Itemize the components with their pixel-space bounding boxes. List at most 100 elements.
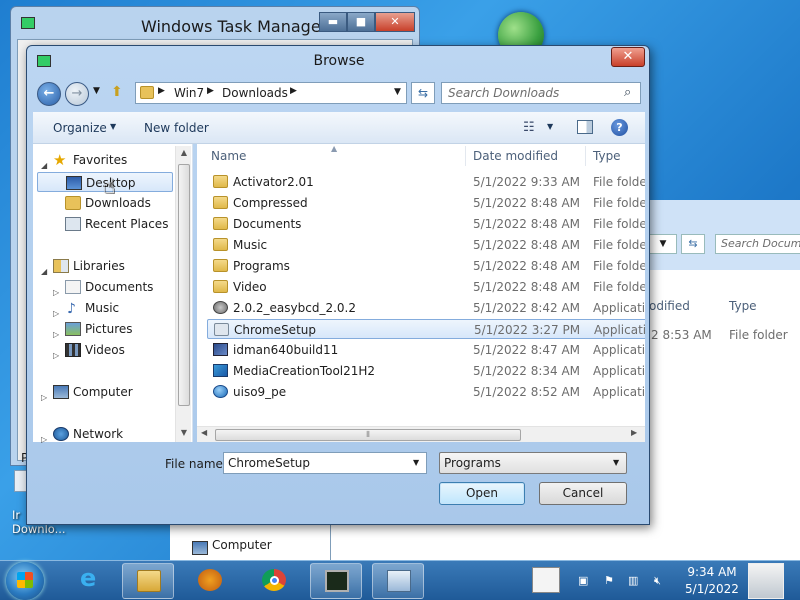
breadcrumb-downloads[interactable]: Downloads	[222, 86, 288, 100]
back-button[interactable]: ←	[37, 82, 61, 106]
scroll-right-arrow-icon[interactable]: ▶	[631, 428, 637, 437]
taskbar-task-manager[interactable]	[310, 563, 362, 599]
column-divider[interactable]	[585, 146, 586, 166]
volume-muted-icon[interactable]: 🔇︎	[654, 574, 661, 588]
new-folder-button[interactable]: New folder	[144, 121, 209, 135]
search-icon[interactable]: ⌕	[624, 85, 631, 100]
address-bar[interactable]: ▶ Win7 ▶ Downloads ▶ ▼	[135, 82, 407, 104]
file-row[interactable]: Programs 5/1/2022 8:48 AM File folder	[207, 256, 645, 276]
file-date: 5/1/2022 8:48 AM	[473, 217, 581, 231]
address-dropdown-icon[interactable]: ▼	[649, 234, 677, 254]
file-row[interactable]: ChromeSetup 5/1/2022 3:27 PM Application	[207, 319, 645, 339]
breadcrumb-win7[interactable]: Win7	[174, 86, 204, 100]
column-header-date[interactable]: Date modified	[473, 149, 558, 163]
taskbar-internet-explorer[interactable]: e	[64, 563, 116, 599]
music-note-icon: ♪	[67, 301, 76, 317]
taskbar-chrome[interactable]	[248, 563, 300, 599]
breadcrumb-chevron-icon[interactable]: ▶	[207, 86, 214, 96]
window-icon	[387, 570, 411, 592]
maximize-button[interactable]: ■	[347, 12, 375, 32]
scroll-left-arrow-icon[interactable]: ◀	[201, 428, 207, 437]
nav-libraries[interactable]: ◢ Libraries	[37, 256, 173, 276]
nav-pictures[interactable]: ▷ Pictures	[37, 319, 173, 339]
pen-tablet-tray-icon[interactable]	[532, 567, 560, 593]
clock-date[interactable]: 5/1/2022	[680, 582, 744, 596]
taskbar-windows-explorer[interactable]	[122, 563, 174, 599]
search-input[interactable]: Search Downloads ⌕	[441, 82, 641, 104]
network-tray-icon[interactable]: ▥	[628, 574, 638, 587]
action-center-flag-icon[interactable]: ⚑	[604, 574, 614, 587]
file-name: uiso9_pe	[233, 385, 287, 399]
file-row[interactable]: idman640build11 5/1/2022 8:47 AM Applicati…	[207, 340, 645, 360]
organize-button[interactable]: Organize	[53, 121, 107, 135]
nav-computer[interactable]: ▷ Computer	[37, 382, 173, 402]
column-divider[interactable]	[465, 146, 466, 166]
user-avatar-icon[interactable]	[748, 563, 784, 599]
up-folder-icon[interactable]: ⬆	[111, 84, 127, 102]
nav-favorites[interactable]: ◢ ★ Favorites	[37, 150, 173, 170]
clock-time[interactable]: 9:34 AM	[686, 565, 738, 579]
scroll-up-arrow-icon[interactable]: ▲	[176, 148, 192, 162]
change-view-icon[interactable]: ☷	[523, 120, 535, 135]
file-type-dropdown-icon[interactable]: ▼	[613, 458, 619, 467]
nav-network[interactable]: ▷ Network	[37, 424, 173, 444]
explorer-nav-computer[interactable]: Computer	[190, 538, 330, 558]
minimize-button[interactable]: ▬	[319, 12, 347, 32]
taskbar-media-player[interactable]	[184, 563, 236, 599]
chevron-down-icon[interactable]: ▼	[547, 122, 553, 131]
file-row[interactable]: Compressed 5/1/2022 8:48 AM File folder	[207, 193, 645, 213]
collapsed-arrow-icon[interactable]: ▷	[41, 388, 47, 408]
file-row[interactable]: Music 5/1/2022 8:48 AM File folder	[207, 235, 645, 255]
cancel-button[interactable]: Cancel	[539, 482, 627, 505]
tray-app-icon[interactable]: ▣	[578, 574, 588, 587]
preview-pane-icon[interactable]	[577, 120, 593, 134]
file-name-dropdown-icon[interactable]: ▼	[413, 458, 419, 467]
start-button[interactable]	[6, 562, 44, 600]
file-row[interactable]: Documents 5/1/2022 8:48 AM File folder	[207, 214, 645, 234]
media-creation-icon	[213, 364, 228, 377]
file-type-select[interactable]: Programs	[439, 452, 627, 474]
chevron-down-icon[interactable]: ▼	[110, 122, 116, 131]
downloads-folder-icon	[65, 196, 81, 210]
nav-recent-places[interactable]: Recent Places	[37, 214, 173, 234]
help-icon[interactable]: ?	[611, 119, 628, 136]
open-button[interactable]: Open	[439, 482, 525, 505]
explorer-col-type[interactable]: Type	[729, 299, 757, 313]
file-row[interactable]: 2.0.2_easybcd_2.0.2 5/1/2022 8:42 AM Appli…	[207, 298, 645, 318]
breadcrumb-chevron-icon[interactable]: ▶	[290, 86, 297, 96]
taskbar-browse-dialog[interactable]	[372, 563, 424, 599]
file-name: 2.0.2_easybcd_2.0.2	[233, 301, 356, 315]
dialog-close-button[interactable]: ✕	[611, 47, 645, 67]
file-type: File folder	[593, 175, 645, 189]
scroll-thumb[interactable]: ⦀	[215, 429, 521, 441]
collapsed-arrow-icon[interactable]: ▷	[53, 346, 59, 366]
file-name: idman640build11	[233, 343, 339, 357]
file-row[interactable]: Activator2.01 5/1/2022 9:33 AM File folder	[207, 172, 645, 192]
file-name-input[interactable]: ChromeSetup	[223, 452, 427, 474]
file-name-label: File name:	[165, 457, 227, 471]
scroll-thumb[interactable]	[178, 164, 190, 406]
file-list-horizontal-scrollbar[interactable]: ◀ ⦀ ▶	[197, 426, 645, 442]
column-header-name[interactable]: Name	[211, 149, 246, 163]
recent-locations-dropdown-icon[interactable]: ▼	[93, 86, 100, 96]
refresh-icon[interactable]: ⇆	[681, 234, 705, 254]
forward-button[interactable]: →	[65, 82, 89, 106]
scroll-down-arrow-icon[interactable]: ▼	[176, 428, 192, 442]
explorer-col-date[interactable]: odified	[649, 299, 690, 313]
breadcrumb-chevron-icon[interactable]: ▶	[158, 86, 165, 96]
nav-pane-scrollbar[interactable]: ▲ ▼	[175, 146, 191, 442]
nav-documents[interactable]: ▷ Documents	[37, 277, 173, 297]
refresh-button[interactable]: ⇆	[411, 82, 435, 104]
column-header-type[interactable]: Type	[593, 149, 621, 163]
explorer-search-input[interactable]: Search Docume	[715, 234, 800, 254]
address-dropdown-icon[interactable]: ▼	[394, 87, 401, 97]
file-row[interactable]: Video 5/1/2022 8:48 AM File folder	[207, 277, 645, 297]
file-row[interactable]: MediaCreationTool21H2 5/1/2022 8:34 AM App…	[207, 361, 645, 381]
close-button[interactable]: ✕	[375, 12, 415, 32]
file-row[interactable]: uiso9_pe 5/1/2022 8:52 AM Application	[207, 382, 645, 402]
nav-videos[interactable]: ▷ Videos	[37, 340, 173, 360]
nav-videos-label: Videos	[85, 343, 125, 357]
file-date: 5/1/2022 8:48 AM	[473, 280, 581, 294]
collapsed-arrow-icon[interactable]: ▷	[41, 430, 47, 450]
nav-music[interactable]: ▷ ♪ Music	[37, 298, 173, 318]
